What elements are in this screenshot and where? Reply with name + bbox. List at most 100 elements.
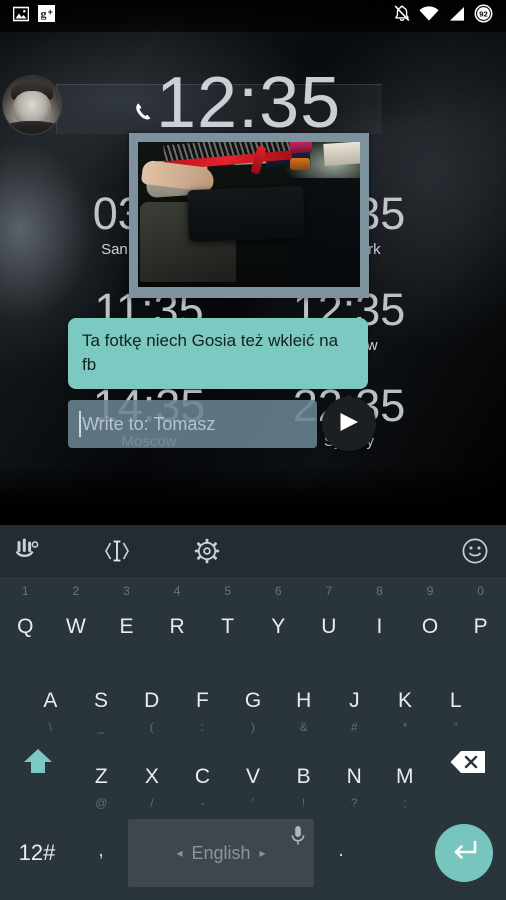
key-t[interactable]: 5T [202, 578, 253, 658]
send-button[interactable] [322, 397, 376, 451]
contact-avatar[interactable] [3, 76, 61, 134]
key-label: J [349, 689, 360, 712]
key-label: N [346, 765, 362, 788]
key-alt-label: 1 [21, 584, 29, 598]
key-c[interactable]: C- [177, 736, 228, 812]
key-alt-label: ' [251, 796, 255, 810]
gallery-image-icon [12, 6, 30, 27]
compose-input[interactable]: Write to: Tomasz [68, 400, 317, 448]
text-caret [79, 411, 81, 437]
key-v[interactable]: V ' [228, 736, 279, 812]
key-alt-label: ? [350, 796, 358, 810]
key-alt-label: 4 [173, 584, 181, 598]
svg-text:g: g [41, 7, 47, 21]
compose-placeholder: Write to: Tomasz [82, 413, 216, 434]
gesture-input-icon[interactable] [0, 537, 54, 565]
key-label: O [421, 615, 439, 638]
compose-row: Write to: Tomasz [68, 397, 376, 451]
key-z[interactable]: Z @ [76, 736, 127, 812]
keyboard-row-2: A \ S _ D( F: G) H & J # K * L " [0, 658, 506, 736]
key-e[interactable]: 3E [101, 578, 152, 658]
keyboard-toolbar [0, 525, 506, 578]
keyboard-row-4: 12# , ◂ English ▸ . [0, 812, 506, 894]
key-y[interactable]: 6Y [253, 578, 304, 658]
key-label: F [195, 689, 209, 712]
avatar-shoulders [3, 121, 61, 134]
key-m[interactable]: M; [379, 736, 430, 812]
microphone-icon[interactable] [290, 825, 306, 852]
prev-language-arrow[interactable]: ◂ [167, 846, 191, 860]
key-b[interactable]: B! [278, 736, 329, 812]
status-bar-left-icons: g + [0, 5, 55, 27]
wifi-icon [419, 5, 439, 27]
key-f[interactable]: F: [177, 658, 228, 736]
key-n[interactable]: N? [329, 736, 380, 812]
comma-key[interactable]: , [74, 839, 128, 868]
photo-detail-paper [323, 142, 360, 166]
photo-attachment[interactable] [129, 133, 369, 298]
key-alt-label: ( [149, 720, 154, 734]
key-alt-label: ) [251, 720, 256, 734]
key-h[interactable]: H & [278, 658, 329, 736]
message-text: Ta fotkę niech Gosia też wkleić na fb [82, 331, 339, 374]
key-d[interactable]: D( [126, 658, 177, 736]
key-label: Q [17, 615, 34, 638]
enter-key[interactable] [435, 824, 493, 882]
lockscreen-clock: 12:35 [156, 63, 342, 143]
key-label: S [94, 689, 109, 712]
key-w[interactable]: 2W [51, 578, 102, 658]
key-label: L [449, 689, 462, 712]
key-o[interactable]: 9O [405, 578, 456, 658]
key-alt-label: 9 [426, 584, 434, 598]
battery-icon: 92 [474, 4, 493, 28]
key-q[interactable]: 1Q [0, 578, 51, 658]
key-alt-label: / [150, 796, 154, 810]
key-label: T [221, 615, 235, 638]
key-alt-label: 5 [224, 584, 232, 598]
shift-key[interactable] [0, 736, 76, 812]
enter-icon [449, 838, 479, 869]
key-alt-label: : [200, 720, 205, 734]
key-alt-label: \ [48, 720, 52, 734]
on-screen-keyboard[interactable]: 1Q 2W 3E 4R 5T 6Y 7U 8I 9O 0P A \ S _ D( F… [0, 525, 506, 900]
key-alt-label: 0 [477, 584, 484, 598]
phone-icon[interactable] [132, 100, 158, 131]
cursor-move-icon[interactable] [90, 538, 144, 564]
backspace-icon [449, 749, 487, 780]
status-bar[interactable]: g + 92 [0, 0, 506, 32]
key-g[interactable]: G) [228, 658, 279, 736]
key-label: B [296, 765, 311, 788]
backspace-key[interactable] [430, 736, 506, 812]
numeric-mode-key[interactable]: 12# [0, 840, 74, 866]
key-r[interactable]: 4R [152, 578, 203, 658]
send-icon [336, 409, 362, 440]
key-label: D [144, 689, 160, 712]
key-u[interactable]: 7U [304, 578, 355, 658]
space-key[interactable]: ◂ English ▸ [128, 819, 314, 887]
space-language-label: English [191, 842, 251, 863]
key-x[interactable]: X / [127, 736, 178, 812]
key-alt-label: 8 [376, 584, 383, 598]
shift-icon [21, 747, 55, 782]
key-alt-label: # [351, 720, 358, 734]
key-a[interactable]: A \ [25, 658, 76, 736]
keyboard-row-1: 1Q 2W 3E 4R 5T 6Y 7U 8I 9O 0P [0, 578, 506, 658]
key-p[interactable]: 0P [455, 578, 506, 658]
next-language-arrow[interactable]: ▸ [251, 846, 275, 860]
period-key[interactable]: . [314, 839, 368, 868]
key-alt-label: 6 [274, 584, 282, 598]
key-l[interactable]: L " [430, 658, 481, 736]
settings-gear-icon[interactable] [180, 538, 234, 564]
emoji-icon[interactable] [448, 537, 502, 565]
key-i[interactable]: 8I [354, 578, 405, 658]
photo-detail-sofa [187, 185, 305, 243]
key-j[interactable]: J # [329, 658, 380, 736]
key-label: V [246, 765, 261, 788]
key-s[interactable]: S _ [76, 658, 127, 736]
google-plus-icon: g + [38, 5, 55, 27]
key-label: C [194, 765, 211, 788]
key-alt-label: & [299, 720, 308, 734]
message-bubble[interactable]: Ta fotkę niech Gosia też wkleić na fb [68, 318, 368, 389]
key-k[interactable]: K * [380, 658, 431, 736]
keyboard-row-3: Z @ X / C- V ' B! N? M; [0, 736, 506, 812]
